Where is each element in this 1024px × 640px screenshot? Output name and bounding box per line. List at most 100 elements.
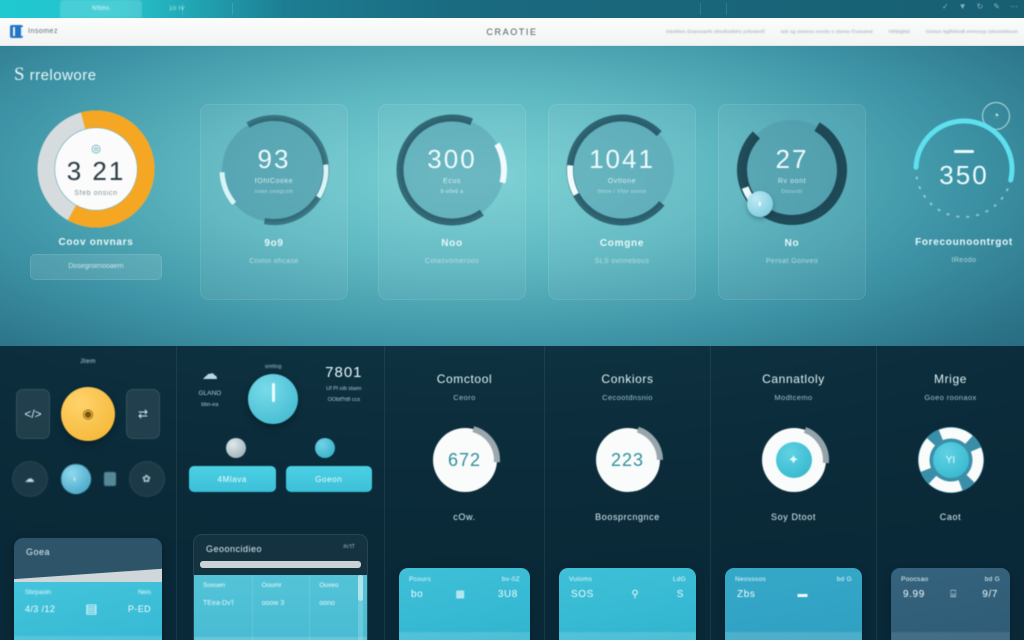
minus-icon — [954, 150, 974, 153]
gauge-caption: Noo Cotasvomeroos — [379, 238, 525, 265]
gauge-visual: 93 fOhlCooke vvwe.oewgcsm — [215, 111, 333, 229]
gauge-subcaption: Peroat Gonveo — [765, 258, 819, 265]
gauge-card-0[interactable]: ◎ 3 21 Sfeb onsicn Coov onvnars Dosegroi… — [22, 104, 170, 300]
column-label: Soy Dtoot — [771, 512, 816, 522]
location-pin-icon[interactable]: ◉ — [61, 387, 115, 441]
gauge-caption: No Peroat Gonveo — [719, 238, 865, 265]
fold-row2-right: P-ED — [127, 604, 151, 614]
metric-dial[interactable]: 223 — [592, 424, 664, 496]
table-scrollbar[interactable] — [358, 575, 363, 640]
browser-tab-1[interactable]: 10 IV — [150, 0, 204, 18]
slider-knob-icon[interactable]: ◗ — [747, 191, 773, 217]
target-icon: ◎ — [91, 142, 101, 155]
metric-dial[interactable]: ✦ — [758, 424, 830, 496]
action-button-1[interactable]: Goeon — [285, 466, 372, 492]
metric-dial[interactable]: 672 — [429, 424, 501, 496]
droplet-icon[interactable]: ◐ — [60, 464, 91, 494]
column-subtitle: Ceoro — [453, 393, 476, 402]
gear-icon[interactable]: ✿ — [128, 461, 165, 497]
code-icon[interactable]: </> — [16, 389, 50, 439]
browser-tab-0[interactable]: Nfbhs — [60, 0, 142, 18]
mini-row2-right: S — [676, 589, 684, 600]
control-cell-right[interactable]: 7801 Uf Pl oib slaen OObtf'htll ccs — [325, 364, 362, 403]
nav-link-0[interactable]: Inbokhes Exanoearht obsoftosfehs yofonte… — [666, 29, 765, 34]
data-table-card[interactable]: Geooncidieo #c'tT Sovuen TEea-Dv'l Ooumr… — [193, 534, 368, 640]
bird-icon: ✦ — [775, 442, 812, 478]
gauge-card-3[interactable]: 1041 Ovtlone thhoe l Vhte oonne Comgne S… — [548, 104, 696, 300]
gauge-card-5[interactable]: 350 Forecounoontrgot tReodo — [890, 104, 1024, 300]
gauge-subcaption: Cnimn oficase — [249, 258, 299, 265]
mini-card[interactable]: Poocsao bd G 9.99 ⌸ 9/7 gnt TT cn soo to… — [891, 568, 1010, 640]
mini-card[interactable]: Neosssos bd G Zbs ▬ ONBF VC|DO sne — [725, 568, 862, 640]
nav-link-2[interactable]: Othblghtd — [889, 29, 910, 34]
gauge-caption-title: Noo — [441, 238, 463, 249]
gauge-visual: 1041 Ovtlone thhoe l Vhte oonne — [563, 111, 681, 229]
mini-card[interactable]: Vuloms LdG SOS ⚲ S of Ifg Smn — [559, 568, 696, 640]
refresh-icon[interactable]: ↻ — [977, 2, 984, 11]
toggle-off[interactable] — [225, 438, 246, 458]
gauge-visual: 300 Ecus 9-o0e6 a — [393, 111, 511, 229]
metric-dial[interactable]: YI — [915, 424, 987, 496]
browser-toolbar-icons[interactable]: ✓ ▼ ↻ ✎ ⋯ — [942, 2, 1018, 11]
column-label: Caot — [939, 512, 962, 522]
gauge-visual: 27 Rv oont Ooouvbl ◗ — [733, 111, 851, 229]
mini-row1-right: bd G — [836, 576, 852, 583]
gauge-caption: Coov onvnars — [22, 237, 170, 248]
fold-row1-right: Neis — [137, 589, 151, 596]
control-knob-wrap[interactable]: sreting — [248, 364, 299, 424]
toggle-on[interactable] — [315, 438, 336, 458]
mini-row2-left: bo — [411, 589, 424, 600]
gauge-subcaption: SLS ovnnebous — [594, 258, 650, 265]
check-icon[interactable]: ✓ — [942, 2, 949, 11]
column-subtitle: Goeo roonaox — [924, 393, 977, 402]
mini-row2-left: SOS — [571, 589, 594, 600]
mini-card[interactable]: Pcours bv-0Z bo ▦ 3U8 SIN IE SNF 1.D — [399, 568, 530, 640]
gauge-progress-bar[interactable]: Dosegroimooaem — [30, 254, 162, 280]
edit-icon[interactable]: ✎ — [993, 2, 1000, 11]
gauge-caption: Forecounoontrgot tReodo — [890, 237, 1024, 264]
gauge-value: 350 — [939, 160, 989, 190]
pin-map-icon: ⚲ — [631, 589, 640, 600]
table-value-1: ooow 3 — [261, 600, 285, 607]
rotary-knob-icon[interactable] — [248, 374, 299, 424]
fold-card-body: Sbrpaoin Neis 4/3 /12 ▤ P-ED Cert S 8vv … — [14, 582, 162, 640]
dial-value: 223 — [610, 449, 645, 470]
logo-glyph: S — [14, 64, 25, 85]
mini-row1-left: Pcours — [409, 576, 432, 583]
gauge-icon: ⌸ — [950, 589, 957, 600]
panel-controls: ☁ GLANO bbn-ea sreting 7801 Uf Pl oib sl… — [176, 346, 384, 640]
control-cell-left[interactable]: ☁ GLANO bbn-ea — [198, 364, 221, 408]
nav-link-1[interactable]: seb og otoneso nrordo o otenso ll'sotoen… — [781, 29, 873, 34]
column-title: Comctool — [436, 372, 493, 386]
column-subtitle: Modtcemo — [774, 393, 813, 402]
gauge-sub2: vvwe.oewgcsm — [254, 188, 294, 195]
gauge-card-2[interactable]: 300 Ecus 9-o0e6 a Noo Cotasvomeroos — [378, 104, 526, 300]
dial-core-value: YI — [932, 442, 969, 478]
gauge-caption: 9o9 Cnimn oficase — [201, 238, 347, 265]
gauge-caption-title: Comgne — [599, 238, 645, 249]
square-icon[interactable] — [103, 472, 116, 486]
filter-icon[interactable]: ▼ — [959, 2, 967, 11]
app-logo[interactable]: S rrelowore — [14, 64, 97, 86]
browser-urlbar[interactable]: Insomez CRAOTIE Inbokhes Exanoearht obso… — [0, 18, 1024, 46]
table-progress-bar — [200, 561, 361, 568]
control-left-label: GLANO — [198, 390, 222, 397]
nav-link-3[interactable]: Oontov Nglhthlodl enrmoryy tohovtohhoon — [926, 29, 1018, 34]
gauge-row: ◎ 3 21 Sfeb onsicn Coov onvnars Dosegroi… — [0, 104, 1024, 300]
more-icon[interactable]: ⋯ — [1010, 2, 1018, 11]
dial-value: 672 — [447, 449, 482, 470]
table-column: Sovuen TEea-Dv'l — [194, 575, 252, 640]
gauge-card-1[interactable]: 93 fOhlCooke vvwe.oewgcsm 9o9 Cnimn ofic… — [200, 104, 348, 300]
share-icon[interactable]: ⇄ — [126, 389, 160, 439]
tab-divider — [700, 3, 701, 15]
action-button-0[interactable]: 4Mlava — [189, 466, 276, 492]
lower-grid: Jtem </> ◉ ⇄ ☁ ◐ ✿ Goea Sbrpaoin Neis 4/… — [0, 346, 1024, 640]
nav-links[interactable]: Inbokhes Exanoearht obsoftosfehs yofonte… — [666, 29, 1018, 34]
gauge-sub: Sfeb onsicn — [74, 189, 118, 197]
gauge-card-4[interactable]: 27 Rv oont Ooouvbl ◗ No Peroat Gonveo — [718, 104, 866, 300]
gauge-value: 300 — [427, 143, 477, 174]
column-title: Mrige — [933, 372, 967, 386]
cloud-icon: ☁ — [201, 366, 218, 383]
cloud-icon[interactable]: ☁ — [11, 461, 48, 497]
fold-card[interactable]: Goea Sbrpaoin Neis 4/3 /12 ▤ P-ED — [14, 538, 162, 640]
